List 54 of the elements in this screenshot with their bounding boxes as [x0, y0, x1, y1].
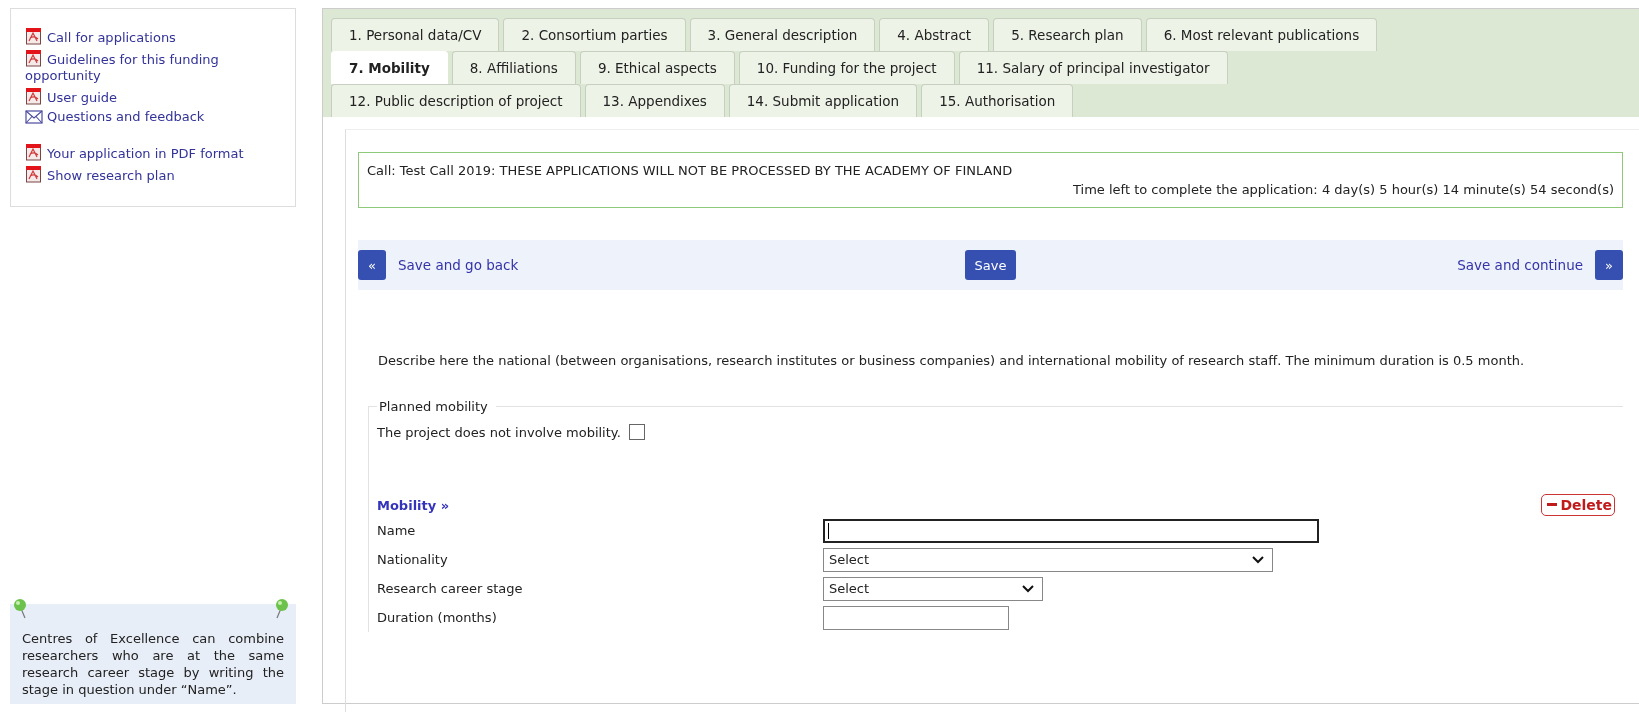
tab[interactable]: 13. Appendixes	[584, 84, 725, 117]
input-field[interactable]	[823, 605, 1009, 630]
fieldset-legend: Planned mobility	[377, 399, 496, 414]
forward-button[interactable]: »	[1595, 250, 1623, 280]
tip-text: Centres of Excellence can combine researchers who are at the same research career stage by writing the stage in question under “Name”.	[22, 630, 284, 698]
description-text: Describe here the national (between organisations, research institutes or business companies) and international mobility of research staff. The minimum duration is 0.5 month.	[378, 352, 1526, 369]
delete-button[interactable]: Delete	[1541, 494, 1615, 516]
tab[interactable]: 1. Personal data/CV	[331, 18, 500, 51]
pdf-icon	[25, 143, 43, 161]
envelope-icon	[25, 110, 43, 124]
call-title: Call: Test Call 2019: THESE APPLICATIONS WILL NOT BE PROCESSED BY THE ACADEMY OF FINLAND	[367, 162, 1014, 179]
sidebar-link[interactable]: Call for applications	[25, 27, 281, 46]
tab[interactable]: 8. Affiliations	[451, 51, 576, 84]
select-field[interactable]: Select	[823, 576, 1043, 601]
minus-icon	[1547, 503, 1558, 507]
tab[interactable]: 10. Funding for the project	[738, 51, 955, 84]
tab[interactable]: 6. Most relevant publications	[1145, 18, 1378, 51]
pin-icon	[274, 598, 290, 620]
back-button[interactable]: «	[358, 250, 386, 280]
tab[interactable]: 14. Submit application	[728, 84, 918, 117]
mobility-heading[interactable]: Mobility »	[377, 497, 450, 513]
tab[interactable]: 4. Abstract	[879, 18, 990, 51]
checkbox-label: The project does not involve mobility.	[377, 424, 621, 440]
tab[interactable]: 9. Ethical aspects	[579, 51, 735, 84]
tab[interactable]: 12. Public description of project	[331, 84, 581, 117]
field-label: Research career stage	[377, 581, 524, 596]
save-button[interactable]: Save	[964, 250, 1017, 280]
tab[interactable]: 7. Mobility	[331, 51, 448, 84]
save-and-go-back-link[interactable]: Save and go back	[397, 257, 519, 273]
tab[interactable]: 2. Consortium parties	[503, 18, 686, 51]
pdf-icon	[25, 27, 43, 45]
save-and-continue-link[interactable]: Save and continue	[1457, 257, 1583, 273]
tab[interactable]: 11. Salary of principal investigator	[958, 51, 1228, 84]
field-label: Name	[377, 523, 417, 538]
field-label: Nationality	[377, 552, 449, 567]
pdf-icon	[25, 49, 43, 67]
pin-icon	[12, 598, 28, 620]
sidebar-link[interactable]: Guidelines for this funding opportunity	[25, 49, 281, 84]
time-left-text: Time left to complete the application: 4 day(s) 5 hour(s) 14 minute(s) 54 second(s)	[1072, 181, 1614, 198]
sidebar-link[interactable]: Show research plan	[25, 165, 281, 184]
checkbox[interactable]	[628, 424, 645, 440]
tab[interactable]: 15. Authorisation	[921, 84, 1074, 117]
field-label: Duration (months)	[377, 610, 498, 625]
tab[interactable]: 3. General description	[689, 18, 876, 51]
chevron-down-icon	[1022, 584, 1034, 593]
pdf-icon	[25, 165, 43, 183]
chevron-down-icon	[1252, 555, 1264, 564]
sidebar-link[interactable]: User guide	[25, 87, 281, 106]
sidebar-link[interactable]: Questions and feedback	[25, 109, 281, 125]
pdf-icon	[25, 87, 43, 105]
select-field[interactable]: Select	[823, 547, 1273, 572]
input-field[interactable]	[823, 518, 1319, 543]
sidebar-link[interactable]: Your application in PDF format	[25, 143, 281, 162]
tab[interactable]: 5. Research plan	[993, 18, 1142, 51]
